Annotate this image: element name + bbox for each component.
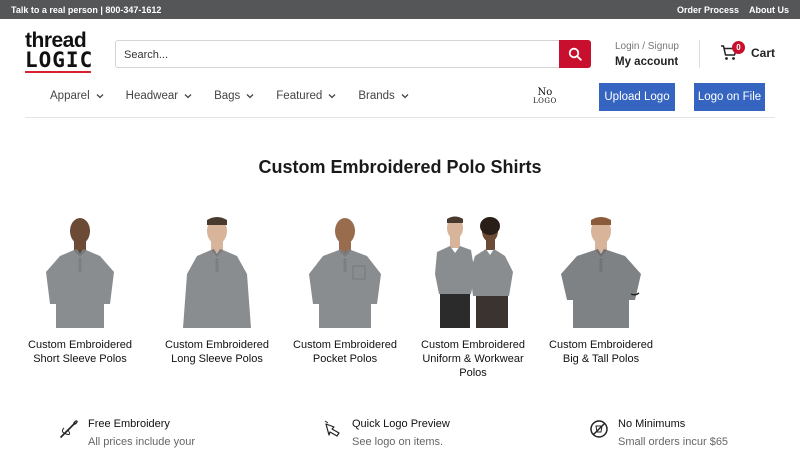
no-minimum-icon	[590, 420, 608, 438]
feature-no-minimums: No Minimums Small orders incur $65	[588, 418, 728, 448]
product-name-line: Custom Embroidered	[28, 339, 132, 351]
product-card[interactable]: Custom Embroidered Pocket Polos	[280, 216, 410, 366]
header-divider-line	[25, 117, 775, 118]
feature-quick-logo-preview: Quick Logo Preview See logo on items.	[322, 418, 450, 448]
login-signup-link[interactable]: Login / Signup	[615, 41, 679, 52]
about-us-link[interactable]: About Us	[749, 5, 789, 15]
product-name-line: Big & Tall Polos	[562, 353, 640, 365]
product-name-line: Custom Embroidered	[549, 339, 653, 351]
nav-item-apparel[interactable]: Apparel	[50, 90, 104, 102]
hand-pointer-icon	[324, 420, 340, 437]
polo-model-image	[183, 217, 251, 328]
search-input[interactable]	[124, 46, 554, 63]
nav-label: Headwear	[125, 90, 179, 102]
search-box	[115, 40, 591, 68]
search-icon	[568, 47, 582, 61]
product-card[interactable]: Custom Embroidered Short Sleeve Polos	[15, 216, 145, 366]
search-button[interactable]	[559, 40, 591, 68]
feature-subtitle: Small orders incur $65	[618, 436, 729, 448]
feature-title: No Minimums	[618, 418, 686, 430]
nologo-line1: No	[537, 87, 553, 98]
feature-title: Free Embroidery	[88, 418, 170, 430]
top-links: Order Process About Us	[677, 5, 789, 15]
nav-item-featured[interactable]: Featured	[276, 90, 336, 102]
product-name-line: Uniform & Workwear	[422, 353, 524, 365]
nav-item-headwear[interactable]: Headwear	[126, 90, 192, 102]
chevron-down-icon	[184, 94, 192, 99]
logo-text-logic: LOGIC	[25, 48, 94, 72]
cart-label: Cart	[751, 45, 776, 60]
chevron-down-icon	[401, 94, 409, 99]
product-name-line: Short Sleeve Polos	[33, 353, 127, 365]
account-area[interactable]: Login / Signup My account	[615, 41, 679, 68]
cart-count-badge: 0	[732, 41, 745, 54]
product-name-line: Polos	[459, 367, 487, 379]
needle-icon	[60, 420, 78, 438]
my-account-link[interactable]: My account	[615, 56, 679, 68]
product-name-line: Pocket Polos	[312, 353, 378, 365]
nologo-line2: LOGO	[533, 97, 557, 105]
product-card[interactable]: Custom Embroidered Long Sleeve Polos	[152, 216, 282, 366]
top-bar: Talk to a real person | 800-347-1612 Ord…	[0, 0, 800, 19]
feature-free-embroidery: Free Embroidery All prices include your	[58, 418, 195, 448]
feature-title: Quick Logo Preview	[352, 418, 450, 430]
polo-model-image	[561, 217, 641, 328]
order-process-link[interactable]: Order Process	[677, 5, 739, 15]
feature-subtitle: All prices include your	[88, 436, 195, 448]
nav-label: Featured	[276, 90, 323, 102]
chevron-down-icon	[246, 94, 254, 99]
page-title: Custom Embroidered Polo Shirts	[258, 157, 542, 177]
product-name-line: Custom Embroidered	[293, 339, 397, 351]
site-logo[interactable]: thread LOGIC	[25, 30, 95, 73]
nav-item-brands[interactable]: Brands	[358, 90, 409, 102]
upload-logo-button[interactable]: Upload Logo	[599, 83, 675, 111]
nav-label: Brands	[358, 90, 395, 102]
product-card[interactable]: Custom Embroidered Uniform & Workwear Po…	[408, 216, 538, 380]
polo-couple-image	[435, 216, 513, 328]
chevron-down-icon	[96, 94, 104, 99]
nav-item-bags[interactable]: Bags	[214, 90, 254, 102]
current-logo-preview[interactable]: No LOGO	[533, 88, 557, 106]
cart-button[interactable]: 0 Cart	[720, 41, 776, 61]
phone-contact[interactable]: Talk to a real person | 800-347-1612	[11, 5, 161, 15]
nav-label: Apparel	[50, 90, 90, 102]
polo-model-image	[309, 218, 381, 328]
nav-label: Bags	[214, 90, 241, 102]
polo-model-image	[46, 218, 114, 328]
product-name-line: Custom Embroidered	[421, 339, 525, 351]
product-name-line: Custom Embroidered	[165, 339, 269, 351]
header-divider	[699, 40, 700, 68]
chevron-down-icon	[328, 94, 336, 99]
product-name-line: Long Sleeve Polos	[171, 353, 263, 365]
product-card[interactable]: Custom Embroidered Big & Tall Polos	[536, 216, 666, 366]
main-nav: Apparel Headwear Bags Featured Brands	[50, 90, 409, 102]
logo-on-file-button[interactable]: Logo on File	[694, 83, 765, 111]
feature-subtitle: See logo on items.	[352, 436, 444, 448]
